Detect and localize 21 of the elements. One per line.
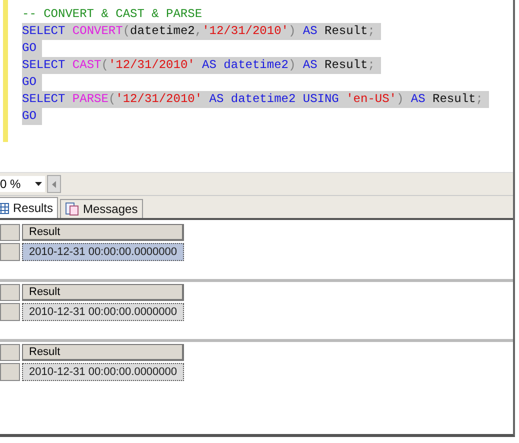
corner-cell [0, 344, 20, 361]
result-tab[interactable]: Results [0, 197, 58, 218]
result-tab[interactable]: Messages [60, 199, 143, 218]
table-cell[interactable]: 2010-12-31 00:00:00.0000000 [22, 243, 184, 261]
code-line: -- CONVERT & CAST & PARSE [22, 6, 204, 23]
document-icon [65, 202, 80, 216]
caret-icon [35, 182, 42, 186]
column-header: Result [22, 284, 184, 301]
corner-cell [0, 224, 20, 241]
corner-cell [0, 284, 20, 301]
left-arrow-icon [52, 180, 56, 188]
table-cell[interactable]: 2010-12-31 00:00:00.0000000 [22, 303, 184, 321]
column-header: Result [22, 344, 184, 361]
scroll-left-button[interactable] [47, 175, 61, 193]
row-header[interactable] [0, 243, 20, 261]
row-header[interactable] [0, 363, 20, 381]
row-header[interactable] [0, 303, 20, 321]
column-header: Result [22, 224, 184, 241]
zoom-dropdown[interactable]: 0 % [0, 176, 45, 192]
table-cell[interactable]: 2010-12-31 00:00:00.0000000 [22, 363, 184, 381]
grid-icon [0, 202, 9, 214]
